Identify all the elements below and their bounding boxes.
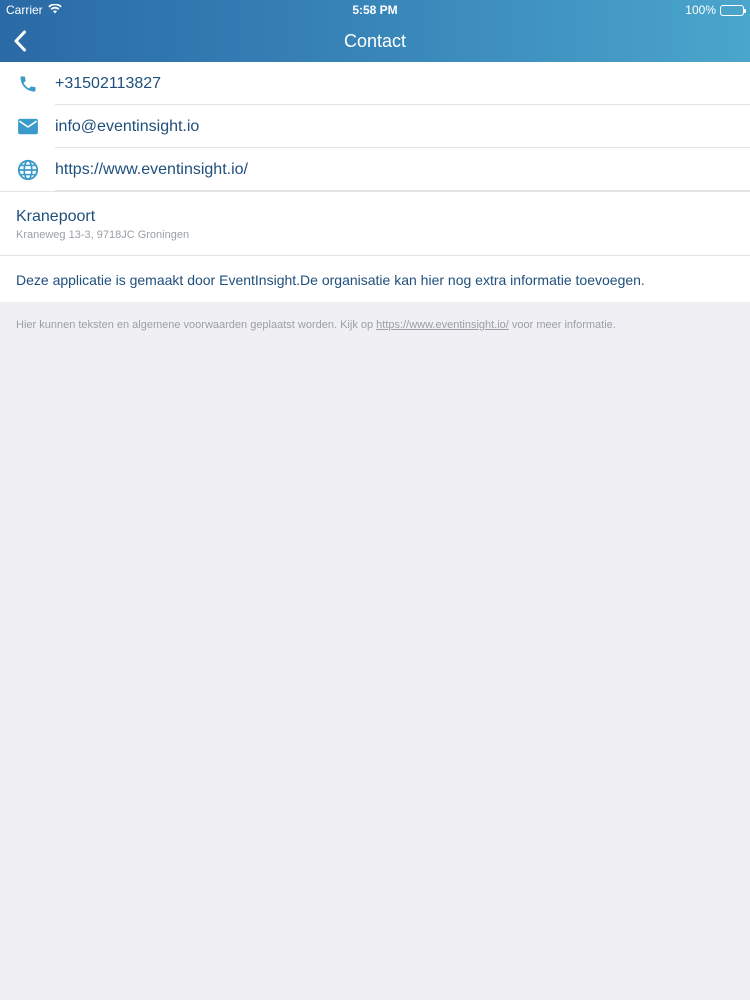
carrier-label: Carrier bbox=[6, 3, 43, 17]
footer-text: Hier kunnen teksten en algemene voorwaar… bbox=[0, 302, 750, 348]
email-row[interactable]: info@eventinsight.io bbox=[0, 105, 750, 148]
address-block[interactable]: Kranepoort Kraneweg 13-3, 9718JC Groning… bbox=[0, 191, 750, 255]
footer-prefix: Hier kunnen teksten en algemene voorwaar… bbox=[16, 319, 377, 331]
page-title: Contact bbox=[343, 30, 407, 51]
footer-link[interactable]: https://www.eventinsight.io/ bbox=[376, 319, 509, 331]
contact-list: +31502113827 info@eventinsight.io https:… bbox=[0, 62, 750, 302]
mail-icon bbox=[16, 115, 40, 139]
status-right: 100% bbox=[685, 3, 746, 17]
website-url: https://www.eventinsight.io/ bbox=[55, 160, 248, 178]
website-row[interactable]: https://www.eventinsight.io/ bbox=[0, 148, 750, 191]
navigation-bar: Contact bbox=[0, 20, 750, 62]
battery-icon bbox=[720, 4, 746, 16]
chevron-left-icon bbox=[14, 30, 26, 52]
app-header: Carrier 5:58 PM 100% Contact bbox=[0, 0, 750, 62]
venue-name: Kranepoort bbox=[16, 208, 96, 225]
venue-street: Kraneweg 13-3, 9718JC Groningen bbox=[16, 229, 190, 241]
battery-percent: 100% bbox=[685, 3, 716, 17]
globe-icon bbox=[16, 158, 40, 182]
phone-number: +31502113827 bbox=[55, 74, 162, 92]
wifi-icon bbox=[47, 3, 62, 17]
email-address: info@eventinsight.io bbox=[55, 117, 200, 135]
phone-row[interactable]: +31502113827 bbox=[0, 62, 750, 105]
footer-suffix: voor meer informatie. bbox=[508, 319, 616, 331]
phone-icon bbox=[16, 72, 40, 96]
info-text: Deze applicatie is gemaakt door EventIns… bbox=[0, 255, 750, 302]
status-time: 5:58 PM bbox=[352, 3, 398, 17]
back-button[interactable] bbox=[8, 24, 32, 58]
status-bar: Carrier 5:58 PM 100% bbox=[0, 0, 750, 20]
status-left: Carrier bbox=[6, 3, 62, 17]
